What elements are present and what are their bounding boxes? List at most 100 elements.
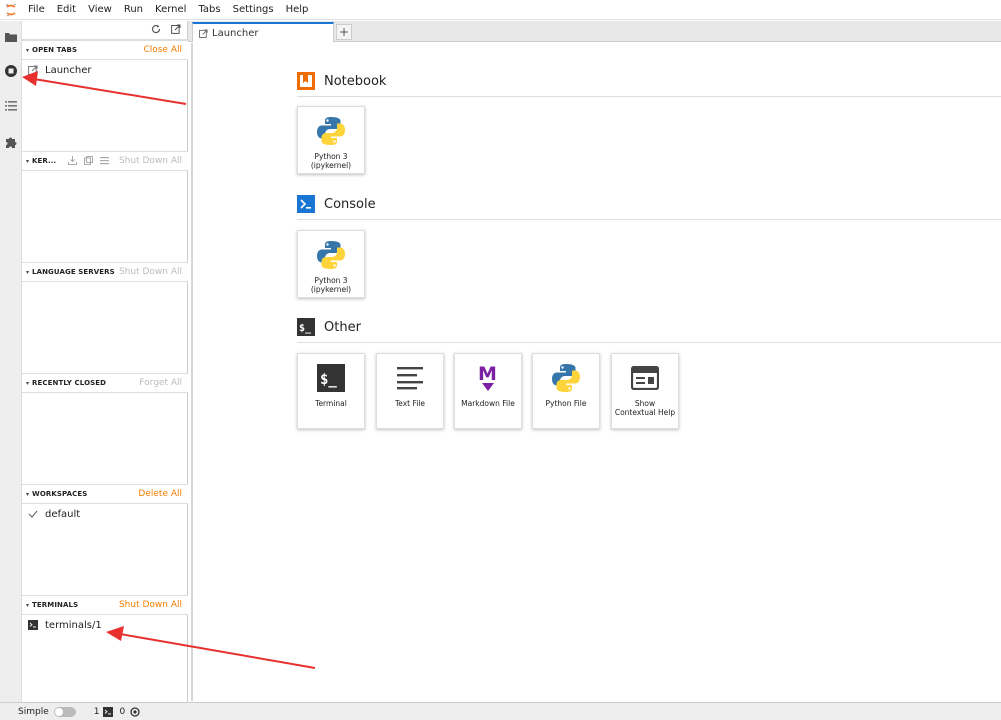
list-item-label: Launcher <box>45 64 92 76</box>
svg-text:$_: $_ <box>299 323 312 334</box>
card-label: Python File <box>545 399 587 408</box>
shut-down-all-kernels-button[interactable]: Shut Down All <box>119 156 182 166</box>
console-python3-card[interactable]: Python 3 (ipykernel) <box>297 230 365 298</box>
collapse-caret-icon[interactable]: ▾ <box>26 380 29 387</box>
running-sessions-panel: ▾ OPEN TABS Close All Launcher ▾ KER... <box>22 21 188 702</box>
svg-text:M: M <box>478 363 497 385</box>
kernels-header[interactable]: ▾ KER... Shut Down All <box>22 151 188 171</box>
card-label: Markdown File <box>461 399 515 408</box>
panel-toolbar <box>22 21 187 40</box>
simple-mode-toggle[interactable] <box>53 706 76 717</box>
other-section-title: $_ Other <box>297 318 361 336</box>
text-file-card[interactable]: Text File <box>376 353 444 429</box>
notebook-icon <box>297 72 315 90</box>
collapse-caret-icon[interactable]: ▾ <box>26 491 29 498</box>
menu-tabs[interactable]: Tabs <box>192 0 226 20</box>
open-external-icon[interactable] <box>171 24 181 37</box>
terminal-icon: $_ <box>297 318 315 336</box>
delete-all-button[interactable]: Delete All <box>138 489 182 499</box>
checkmark-icon <box>28 509 38 519</box>
terminal-count[interactable]: 1 <box>94 707 100 717</box>
menu-kernel[interactable]: Kernel <box>149 0 192 20</box>
launcher-icon <box>199 28 208 38</box>
launcher-icon <box>28 65 38 75</box>
jupyter-logo-icon[interactable] <box>0 0 22 20</box>
markdown-file-card[interactable]: M Markdown File <box>454 353 522 429</box>
list-item[interactable]: Launcher <box>22 60 188 80</box>
card-label: Python 3 (ipykernel) <box>310 276 352 294</box>
extension-manager-icon[interactable] <box>3 134 19 150</box>
list-view-icon[interactable] <box>100 156 110 167</box>
section-title: RECENTLY CLOSED <box>32 379 107 387</box>
terminals-section: ▾ TERMINALS Shut Down All terminals/1 <box>22 595 188 635</box>
folder-icon[interactable] <box>3 29 19 45</box>
section-divider <box>297 96 1001 97</box>
card-label: Python 3 (ipykernel) <box>310 152 352 170</box>
collapse-caret-icon[interactable]: ▾ <box>26 47 29 54</box>
section-label: Console <box>324 196 376 212</box>
kernels-section: ▾ KER... Shut Down All <box>22 151 188 171</box>
section-title: WORKSPACES <box>32 490 88 498</box>
section-label: Other <box>324 319 361 335</box>
kernel-status-icon <box>130 706 140 717</box>
download-icon[interactable] <box>68 155 78 167</box>
notebook-python3-card[interactable]: Python 3 (ipykernel) <box>297 106 365 174</box>
section-title: OPEN TABS <box>32 46 78 54</box>
menu-settings[interactable]: Settings <box>227 0 280 20</box>
simple-mode-label: Simple <box>18 706 49 717</box>
contextual-help-card[interactable]: Show Contextual Help <box>611 353 679 429</box>
launcher-panel: Notebook Python 3 (ipykernel) Console Py… <box>191 43 1001 701</box>
tab-label: Launcher <box>212 27 259 39</box>
shut-down-all-language-servers-button[interactable]: Shut Down All <box>119 267 182 277</box>
collapse-caret-icon[interactable]: ▾ <box>26 602 29 609</box>
list-item-label: terminals/1 <box>45 619 102 631</box>
section-title: TERMINALS <box>32 601 79 609</box>
table-of-contents-icon[interactable] <box>3 98 19 114</box>
menu-help[interactable]: Help <box>280 0 315 20</box>
menu-bar: File Edit View Run Kernel Tabs Settings … <box>0 0 1001 20</box>
refresh-icon[interactable] <box>151 24 161 37</box>
console-icon <box>297 195 315 213</box>
python-logo-icon <box>533 361 599 395</box>
card-label: Terminal <box>315 399 347 408</box>
kernel-count[interactable]: 0 <box>119 707 125 717</box>
new-launcher-button[interactable]: + <box>336 24 352 40</box>
section-title: LANGUAGE SERVERS <box>32 268 115 276</box>
menu-run[interactable]: Run <box>118 0 149 20</box>
workspaces-header[interactable]: ▾ WORKSPACES Delete All <box>22 484 188 504</box>
menu-edit[interactable]: Edit <box>51 0 82 20</box>
recently-closed-section: ▾ RECENTLY CLOSED Forget All <box>22 373 188 393</box>
language-servers-header[interactable]: ▾ LANGUAGE SERVERS Shut Down All <box>22 262 188 282</box>
terminal-icon <box>28 620 38 630</box>
terminal-icon: $_ <box>298 361 364 395</box>
section-divider <box>297 342 1001 343</box>
section-label: Notebook <box>324 73 387 89</box>
python-file-card[interactable]: Python File <box>532 353 600 429</box>
contextual-help-icon <box>612 361 678 395</box>
terminal-icon <box>103 706 114 717</box>
terminal-card[interactable]: $_ Terminal <box>297 353 365 429</box>
terminals-header[interactable]: ▾ TERMINALS Shut Down All <box>22 595 188 615</box>
list-item-label: default <box>45 508 81 520</box>
running-sessions-icon[interactable] <box>3 63 19 79</box>
python-logo-icon <box>298 238 364 272</box>
list-item[interactable]: default <box>22 504 188 524</box>
copy-icon[interactable] <box>84 155 94 167</box>
collapse-caret-icon[interactable]: ▾ <box>26 269 29 276</box>
section-title: KER... <box>32 157 57 165</box>
shut-down-all-terminals-button[interactable]: Shut Down All <box>119 600 182 610</box>
list-item[interactable]: terminals/1 <box>22 615 188 635</box>
close-all-button[interactable]: Close All <box>143 45 182 55</box>
open-tabs-header[interactable]: ▾ OPEN TABS Close All <box>22 40 188 60</box>
recently-closed-header[interactable]: ▾ RECENTLY CLOSED Forget All <box>22 373 188 393</box>
menu-file[interactable]: File <box>22 0 51 20</box>
forget-all-button[interactable]: Forget All <box>139 378 182 388</box>
tab-launcher[interactable]: Launcher <box>192 22 334 42</box>
notebook-section-title: Notebook <box>297 72 386 90</box>
card-label: Text File <box>394 399 426 408</box>
menu-view[interactable]: View <box>82 0 118 20</box>
tab-bar: Launcher + <box>188 21 1001 42</box>
text-lines-icon <box>377 361 443 395</box>
collapse-caret-icon[interactable]: ▾ <box>26 158 29 165</box>
status-bar: Simple 1 0 <box>0 702 1001 720</box>
